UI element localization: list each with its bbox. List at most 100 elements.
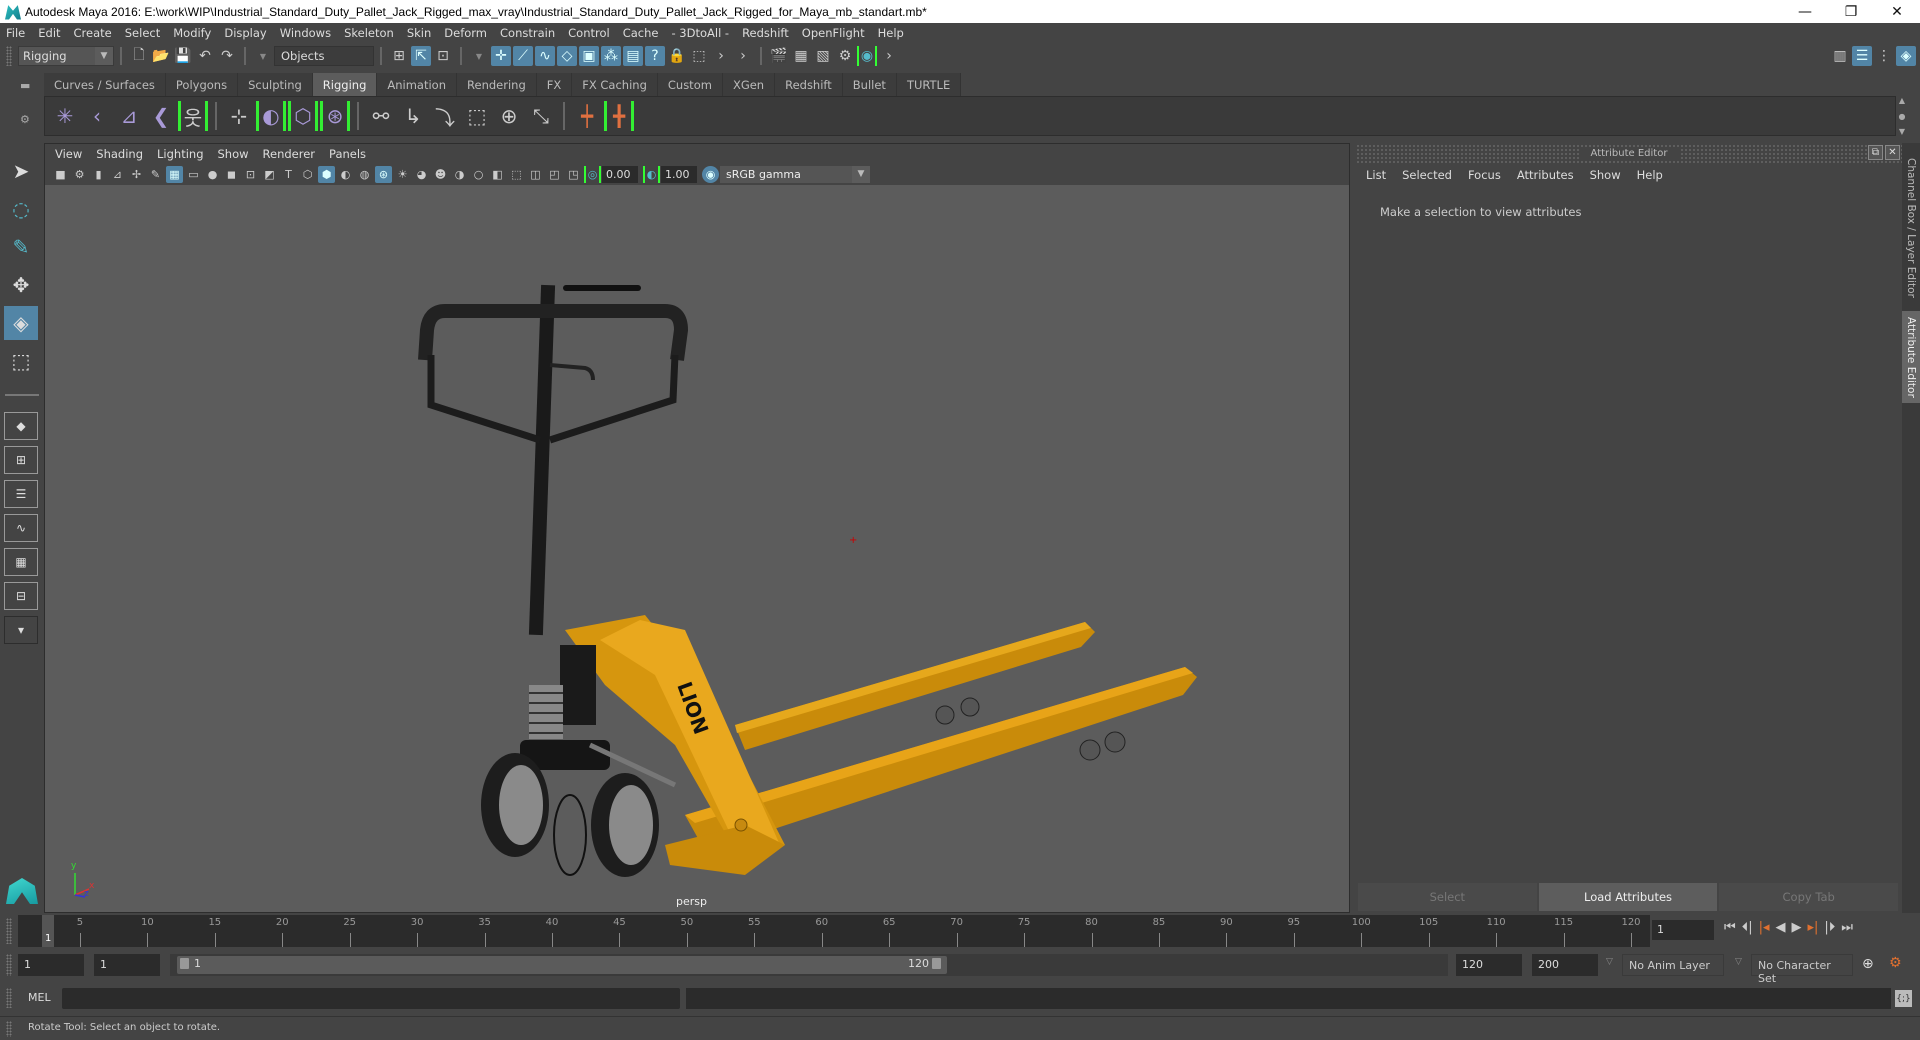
rotate-tool-icon[interactable]: ◈ (4, 306, 38, 340)
highlight-selection-icon[interactable]: ⬚ (689, 46, 709, 66)
safe-title-icon[interactable]: T (280, 166, 297, 183)
outliner-persp-layout-icon[interactable]: ☰ (4, 480, 38, 508)
pole-vector-icon[interactable]: ⤡ (526, 101, 556, 131)
graph-editor-layout-icon[interactable]: ∿ (4, 514, 38, 542)
open-scene-icon[interactable]: 📂 (151, 46, 171, 66)
menu-edit[interactable]: Edit (38, 26, 60, 40)
new-scene-icon[interactable]: 🗋 (129, 46, 149, 66)
ae-menu-selected[interactable]: Selected (1402, 168, 1452, 182)
arrow-down-icon[interactable]: ▼ (1899, 127, 1905, 136)
safe-action-icon[interactable]: ◩ (261, 166, 278, 183)
save-scene-icon[interactable]: 💾 (173, 46, 193, 66)
menu-help[interactable]: Help (878, 26, 904, 40)
field-chart-icon[interactable]: ⊡ (242, 166, 259, 183)
view-transform-dropdown[interactable]: sRGB gamma ▼ (720, 165, 870, 183)
shelf-options-icon[interactable]: ⚙ (20, 113, 30, 126)
step-forward-key-icon[interactable]: ▸| (1808, 920, 1819, 935)
time-ruler[interactable]: 1 5 10 15 20 25 30 35 40 45 50 55 60 65 70 75 80 85 90 95 1… (18, 915, 1650, 947)
color-management-toggle-icon[interactable]: ◉ (702, 165, 719, 183)
menu-select[interactable]: Select (125, 26, 160, 40)
chevron-down-icon[interactable]: ▼ (469, 46, 489, 66)
shelf-tab-xgen[interactable]: XGen (722, 73, 776, 96)
depth-of-field-icon[interactable]: ◧ (489, 166, 506, 183)
command-language-toggle[interactable]: MEL (28, 991, 51, 1004)
more-layouts-button[interactable]: ▾ (4, 616, 38, 644)
textured-icon[interactable]: ⊛ (375, 165, 392, 183)
go-to-start-icon[interactable]: ⏮ (1724, 920, 1736, 935)
playback-start-field[interactable]: 1 (94, 954, 160, 976)
grease-pencil-icon[interactable]: ✎ (147, 166, 164, 183)
isolate-select-icon[interactable]: ⬚ (508, 166, 525, 183)
anim-layer-dropdown[interactable]: No Anim Layer (1622, 954, 1724, 976)
viewport-menu-lighting[interactable]: Lighting (157, 147, 203, 161)
lock-icon[interactable]: 🔒 (667, 46, 687, 66)
bookmark-icon[interactable]: ▮ (90, 166, 107, 183)
camera-attributes-icon[interactable]: ⚙ (71, 166, 88, 183)
animation-start-field[interactable]: 1 (18, 954, 84, 976)
aim-constraint-icon[interactable]: ⊕ (494, 101, 524, 131)
expand-icon[interactable]: › (733, 46, 753, 66)
select-hierarchy-icon[interactable]: ⊞ (389, 46, 409, 66)
select-tool-icon[interactable]: ➤ (4, 154, 38, 188)
2d-pan-zoom-icon[interactable]: ✢ (128, 166, 145, 183)
menu-set-selector[interactable]: Rigging ▼ (18, 46, 114, 66)
viewport-menu-panels[interactable]: Panels (329, 147, 366, 161)
selection-mode-field[interactable]: Objects (274, 46, 374, 66)
hypershade-layout-icon[interactable]: ▦ (4, 548, 38, 576)
chevron-down-icon[interactable]: ▼ (253, 46, 273, 66)
command-input[interactable] (62, 988, 680, 1009)
xray-icon[interactable]: ◫ (527, 166, 544, 183)
help-line-grip[interactable] (6, 1021, 12, 1037)
shelf-tab-rendering[interactable]: Rendering (457, 73, 537, 96)
menu-redshift[interactable]: Redshift (742, 26, 789, 40)
smooth-shade-icon[interactable]: ⬢ (318, 165, 335, 183)
range-slider[interactable]: 1 120 (170, 954, 1448, 976)
mask-rendering-icon[interactable]: ▤ (623, 46, 643, 66)
range-slider-fill[interactable] (177, 956, 947, 974)
range-end-handle[interactable] (932, 958, 941, 969)
select-button[interactable]: Select (1358, 883, 1537, 911)
xray-joints-icon[interactable]: ◳ (565, 166, 582, 183)
default-material-icon[interactable]: ◐ (337, 166, 354, 183)
restore-button[interactable]: ❐ (1828, 0, 1874, 23)
chevron-down-icon[interactable]: ▽ (1606, 957, 1613, 967)
tab-attribute-editor[interactable]: Attribute Editor (1902, 311, 1920, 403)
orient-constraint-icon[interactable]: ⤵ (430, 101, 460, 131)
attribute-editor-toggle-icon[interactable]: ☰ (1852, 46, 1872, 66)
step-back-key-icon[interactable]: |◂ (1759, 920, 1770, 935)
scale-constraint-icon[interactable]: ⬚ (462, 101, 492, 131)
ik-handle-icon[interactable]: ⊿ (114, 101, 144, 131)
shelf-tab-animation[interactable]: Animation (377, 73, 458, 96)
select-component-icon[interactable]: ⊡ (433, 46, 453, 66)
menu-constrain[interactable]: Constrain (500, 26, 555, 40)
lattice-icon[interactable]: ⬡ (288, 101, 318, 131)
play-forwards-icon[interactable]: ▶ (1792, 920, 1802, 935)
scale-tool-icon[interactable]: ⬚ (4, 344, 38, 378)
copy-tab-button[interactable]: Copy Tab (1719, 883, 1899, 911)
camera-icon[interactable]: ■ (52, 166, 69, 183)
mask-handles-icon[interactable]: ✛ (491, 46, 511, 66)
render-current-icon[interactable]: ▦ (791, 46, 811, 66)
step-back-frame-icon[interactable]: ⏴| (1742, 920, 1753, 935)
mask-dynamics-icon[interactable]: ⁂ (601, 46, 621, 66)
arrow-up-icon[interactable]: ▲ (1899, 96, 1905, 105)
exposure-icon[interactable]: ◎ (584, 165, 601, 183)
motion-blur-icon[interactable]: ◑ (451, 166, 468, 183)
step-forward-frame-icon[interactable]: |⏵ (1824, 920, 1835, 935)
script-editor-icon[interactable]: {;} (1895, 990, 1912, 1007)
menu-skin[interactable]: Skin (407, 26, 431, 40)
select-object-icon[interactable]: ⇱ (411, 46, 431, 66)
ae-menu-show[interactable]: Show (1590, 168, 1621, 182)
scroll-thumb[interactable]: ● (1899, 112, 1906, 121)
load-attributes-button[interactable]: Load Attributes (1538, 883, 1718, 911)
film-gate-icon[interactable]: ▭ (185, 166, 202, 183)
wireframe-icon[interactable]: ⬡ (299, 166, 316, 183)
insert-joint-icon[interactable]: ‹ (82, 101, 112, 131)
paint-skin-weights-icon[interactable]: ⊹ (224, 101, 254, 131)
close-button[interactable]: ✕ (1874, 0, 1920, 23)
command-line-grip[interactable] (6, 988, 12, 1008)
menu-create[interactable]: Create (74, 26, 112, 40)
mask-deformations-icon[interactable]: ▣ (579, 46, 599, 66)
grid-icon[interactable]: ▦ (166, 165, 183, 183)
ae-menu-focus[interactable]: Focus (1468, 168, 1501, 182)
